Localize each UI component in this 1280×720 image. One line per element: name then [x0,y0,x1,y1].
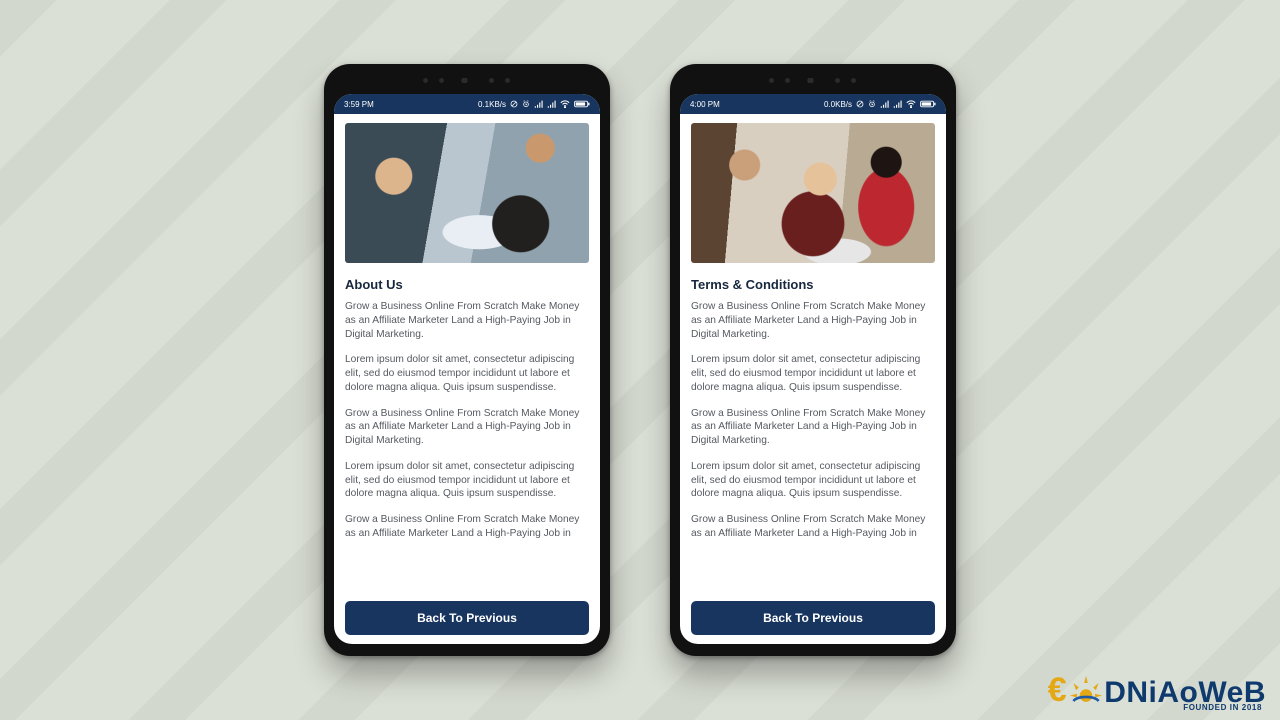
page-title: About Us [345,277,589,292]
screen-left: 3:59 PM 0.1KB/s [334,94,600,644]
status-time: 3:59 PM [344,100,374,109]
paragraph: Grow a Business Online From Scratch Make… [691,513,935,541]
scroll-fade [334,578,600,596]
back-button[interactable]: Back To Previous [691,601,935,635]
alarm-icon [868,100,876,108]
wifi-icon [560,100,570,108]
brand-tagline: FOUNDED IN 2018 [1183,703,1262,712]
euro-icon: € [1048,671,1066,710]
battery-icon [920,100,936,108]
paragraph: Lorem ipsum dolor sit amet, consectetur … [345,460,589,501]
paragraph: Grow a Business Online From Scratch Make… [691,300,935,341]
battery-icon [574,100,590,108]
watermark: € DNiAoWeB FOUNDED IN 2018 [1048,671,1266,710]
status-dnd-icon [510,100,518,108]
sun-icon [1068,674,1104,710]
status-time: 4:00 PM [690,100,720,109]
status-net: 0.0KB/s [824,100,852,109]
status-bar: 3:59 PM 0.1KB/s [334,94,600,114]
scroll-fade [680,578,946,596]
hero-image [691,123,935,263]
phone-right: 4:00 PM 0.0KB/s [670,64,956,656]
phone-left: 3:59 PM 0.1KB/s [324,64,610,656]
alarm-icon [522,100,530,108]
status-net: 0.1KB/s [478,100,506,109]
content-area[interactable]: Terms & Conditions Grow a Business Onlin… [680,114,946,644]
paragraph: Lorem ipsum dolor sit amet, consectetur … [691,353,935,394]
paragraph: Grow a Business Online From Scratch Make… [345,407,589,448]
signal-icon [547,100,556,108]
status-dnd-icon [856,100,864,108]
paragraph: Grow a Business Online From Scratch Make… [345,513,589,541]
back-button-label: Back To Previous [417,611,517,625]
paragraph: Grow a Business Online From Scratch Make… [345,300,589,341]
back-button[interactable]: Back To Previous [345,601,589,635]
page-title: Terms & Conditions [691,277,935,292]
hero-image [345,123,589,263]
content-area[interactable]: About Us Grow a Business Online From Scr… [334,114,600,644]
screen-right: 4:00 PM 0.0KB/s [680,94,946,644]
signal-icon [893,100,902,108]
status-bar: 4:00 PM 0.0KB/s [680,94,946,114]
wifi-icon [906,100,916,108]
phone-mockups: 3:59 PM 0.1KB/s [0,0,1280,720]
signal-icon [534,100,543,108]
paragraph: Grow a Business Online From Scratch Make… [691,407,935,448]
back-button-label: Back To Previous [763,611,863,625]
signal-icon [880,100,889,108]
paragraph: Lorem ipsum dolor sit amet, consectetur … [345,353,589,394]
paragraph: Lorem ipsum dolor sit amet, consectetur … [691,460,935,501]
